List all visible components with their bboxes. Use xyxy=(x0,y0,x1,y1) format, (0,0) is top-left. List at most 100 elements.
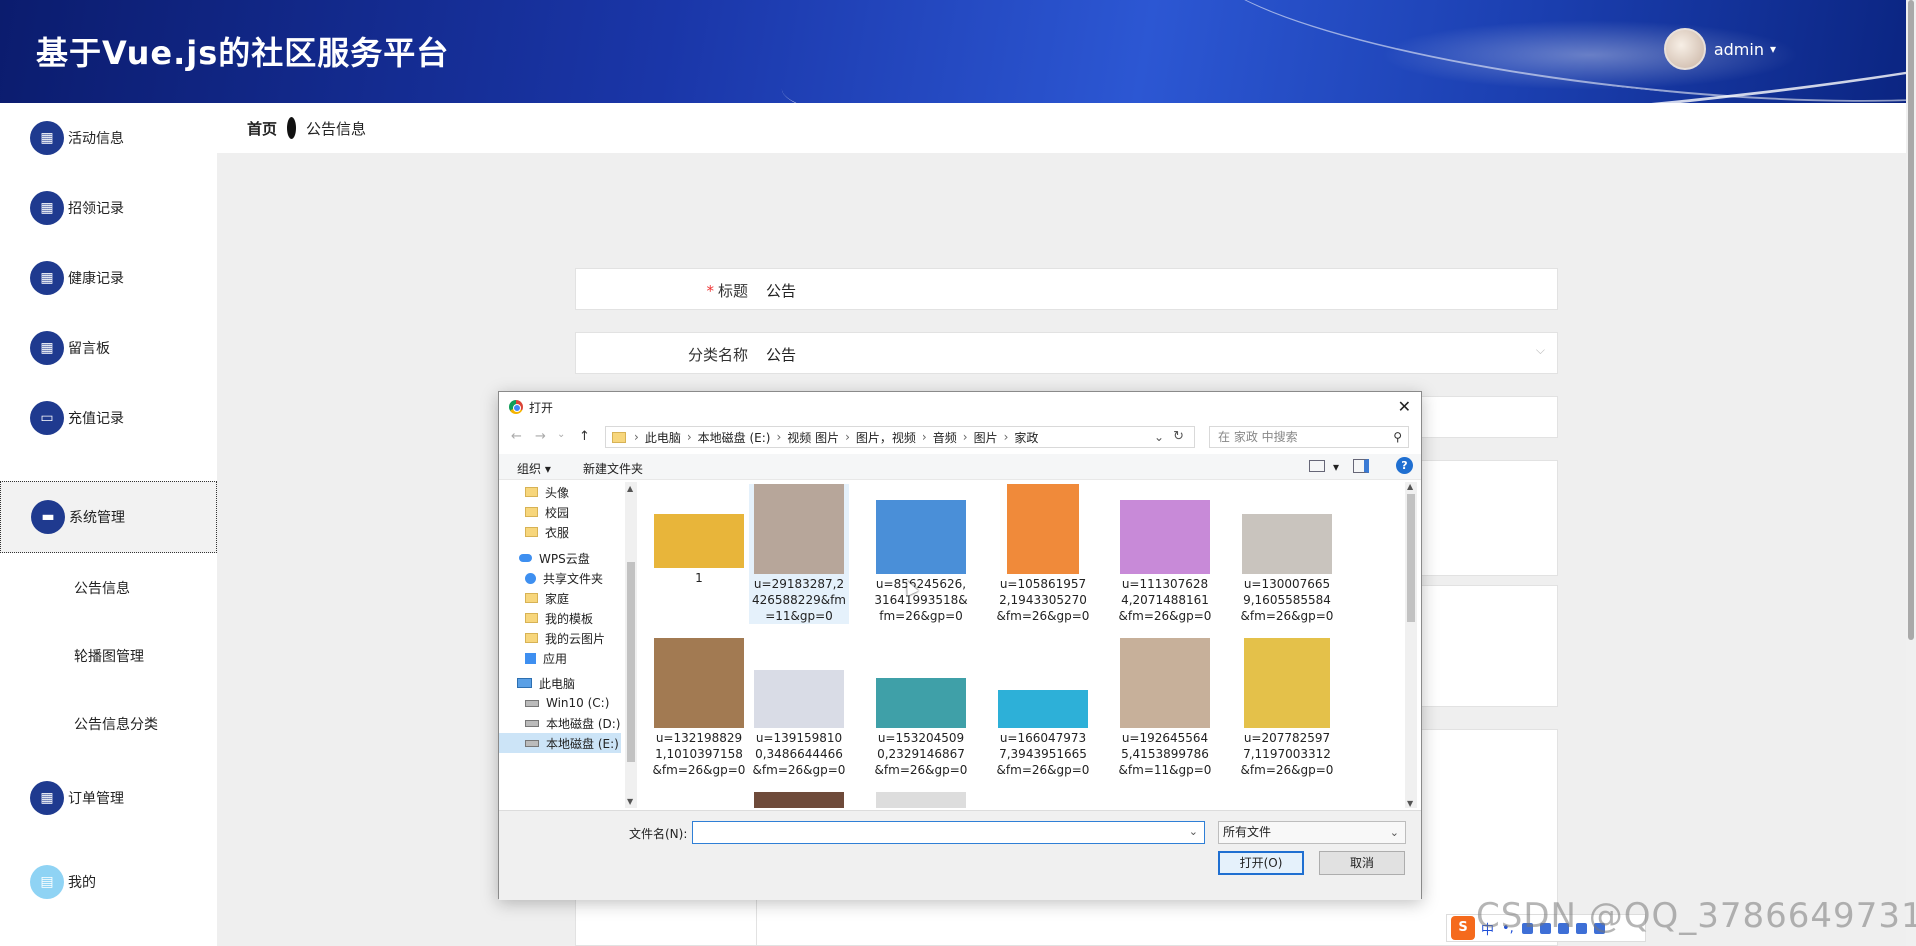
sidebar-item-recharge[interactable]: ▭ 充值记录 xyxy=(0,388,217,448)
help-icon[interactable]: ? xyxy=(1396,457,1413,474)
path-segment[interactable]: 此电脑 xyxy=(645,429,681,446)
file-name: u=1926455645,4153899786&fm=11&gp=0 xyxy=(1118,731,1212,777)
file-item[interactable]: u=1300076659,1605585584&fm=26&gp=0 xyxy=(1237,484,1337,624)
close-icon[interactable]: ✕ xyxy=(1398,397,1411,416)
sogou-logo-icon[interactable]: S xyxy=(1451,916,1475,940)
forward-arrow-icon[interactable]: → xyxy=(535,429,546,444)
path-segment[interactable]: 家政 xyxy=(1014,429,1038,446)
preview-pane-icon[interactable] xyxy=(1353,459,1369,473)
sidebar-item-activity[interactable]: ▦ 活动信息 xyxy=(0,108,217,168)
file-grid-scrollbar-thumb[interactable] xyxy=(1407,494,1415,622)
file-item[interactable]: u=856245626,31641993518&fm=26&gp=0 xyxy=(871,484,971,624)
tree-item[interactable]: 本地磁盘 (D:) xyxy=(499,713,621,733)
file-item[interactable]: u=2077825977,1197003312&fm=26&gp=0 xyxy=(1237,638,1337,778)
view-mode-icon[interactable] xyxy=(1309,460,1325,472)
open-button[interactable]: 打开(O) xyxy=(1218,851,1304,875)
sidebar-item-mine[interactable]: ▤ 我的 xyxy=(0,852,217,912)
path-segment[interactable]: 图片 xyxy=(974,429,998,446)
grid-icon: ▦ xyxy=(30,191,64,225)
file-item[interactable]: u=1321988291,1010397158&fm=26&gp=0 xyxy=(649,638,749,778)
tree-item[interactable]: 应用 xyxy=(499,648,621,668)
tree-item[interactable]: 此电脑 xyxy=(499,673,621,693)
drive-icon xyxy=(525,699,539,707)
tree-item-label: 我的云图片 xyxy=(545,631,606,646)
file-grid-scrollbar[interactable]: ▲ ▼ xyxy=(1405,482,1417,808)
address-bar[interactable]: › 此电脑 › 本地磁盘 (E:) › 视频 图片 › 图片，视频 › 音频 ›… xyxy=(605,426,1195,448)
view-menu-caret-icon[interactable]: ▾ xyxy=(1333,460,1339,474)
scroll-down-icon[interactable]: ▼ xyxy=(1407,799,1413,808)
page-scrollbar-thumb[interactable] xyxy=(1908,0,1914,640)
back-arrow-icon[interactable]: ← xyxy=(511,429,522,444)
tree-item[interactable]: 头像 xyxy=(499,482,621,502)
path-segment[interactable]: 本地磁盘 (E:) xyxy=(698,429,771,446)
file-item[interactable]: u=1391598100,3486644466&fm=26&gp=0 xyxy=(749,638,849,778)
folder-icon xyxy=(525,487,538,497)
tree-item[interactable]: 校园 xyxy=(499,502,621,522)
tree-scrollbar-thumb[interactable] xyxy=(627,562,635,762)
sidebar-item-label: 活动信息 xyxy=(68,131,124,147)
file-item[interactable]: u=1113076284,2071488161&fm=26&gp=0 xyxy=(1115,484,1215,624)
file-item[interactable] xyxy=(749,792,849,808)
sidebar-subitem-notice[interactable]: 公告信息 xyxy=(74,578,130,598)
recent-locations-icon[interactable]: ⌄ xyxy=(557,429,565,440)
file-item[interactable]: 1 xyxy=(649,484,749,586)
category-select[interactable]: 公告 xyxy=(766,344,796,365)
breadcrumb-home[interactable]: 首页 xyxy=(247,118,277,139)
page-scrollbar[interactable] xyxy=(1906,0,1916,946)
file-item[interactable] xyxy=(871,792,971,808)
chevron-down-icon[interactable]: ⌵ xyxy=(1536,343,1545,358)
scroll-up-icon[interactable]: ▲ xyxy=(1407,482,1413,491)
tree-item[interactable]: 共享文件夹 xyxy=(499,568,621,588)
avatar[interactable] xyxy=(1663,28,1706,70)
chevron-down-icon[interactable]: ⌄ xyxy=(1390,822,1399,843)
scroll-up-icon[interactable]: ▲ xyxy=(627,484,633,493)
dialog-titlebar[interactable]: 打开 ✕ xyxy=(499,392,1421,422)
up-arrow-icon[interactable]: ↑ xyxy=(579,429,590,444)
tree-item[interactable]: 我的模板 xyxy=(499,608,621,628)
file-item[interactable]: u=1926455645,4153899786&fm=11&gp=0 xyxy=(1115,638,1215,778)
chevron-down-icon[interactable]: ⌄ xyxy=(1154,430,1164,444)
image-thumbnail xyxy=(754,792,844,808)
tree-item[interactable]: 衣服 xyxy=(499,522,621,542)
user-name[interactable]: admin xyxy=(1714,40,1764,59)
tree-item[interactable]: 家庭 xyxy=(499,588,621,608)
sidebar-item-lost-found[interactable]: ▦ 招领记录 xyxy=(0,178,217,238)
tree-item[interactable]: WPS云盘 xyxy=(499,548,621,568)
file-item[interactable]: u=1532045090,2329146867&fm=26&gp=0 xyxy=(871,638,971,778)
sidebar-subitem-carousel[interactable]: 轮播图管理 xyxy=(74,646,144,666)
scroll-down-icon[interactable]: ▼ xyxy=(627,797,633,806)
path-segment[interactable]: 视频 图片 xyxy=(787,429,839,446)
search-input[interactable]: 在 家政 中搜索 ⚲ xyxy=(1209,426,1409,448)
cancel-button[interactable]: 取消 xyxy=(1319,851,1405,875)
sidebar-item-message-board[interactable]: ▦ 留言板 xyxy=(0,318,217,378)
path-segment[interactable]: 音频 xyxy=(933,429,957,446)
chevron-down-icon[interactable]: ⌄ xyxy=(1189,825,1198,838)
new-folder-button[interactable]: 新建文件夹 xyxy=(583,460,643,477)
tree-scrollbar[interactable]: ▲ ▼ xyxy=(625,482,637,808)
file-name-input[interactable]: ⌄ xyxy=(692,821,1205,844)
sidebar-item-health[interactable]: ▦ 健康记录 xyxy=(0,248,217,308)
tree-item-label: 头像 xyxy=(545,485,570,500)
sidebar-item-system[interactable]: ▬ 系统管理 xyxy=(0,481,217,553)
path-segment[interactable]: 图片，视频 xyxy=(856,429,916,446)
tree-item-selected[interactable]: 本地磁盘 (E:) xyxy=(499,733,621,753)
file-item[interactable]: u=1058619572,1943305270&fm=26&gp=0 xyxy=(993,484,1093,624)
file-type-select[interactable]: 所有文件 ⌄ xyxy=(1218,821,1406,844)
tree-item[interactable]: Win10 (C:) xyxy=(499,693,621,713)
caret-down-icon[interactable]: ▾ xyxy=(1770,42,1776,56)
user-menu[interactable]: admin ▾ xyxy=(1663,28,1776,70)
tree-item[interactable]: 我的云图片 xyxy=(499,628,621,648)
refresh-icon[interactable]: ↻ xyxy=(1173,429,1184,444)
form-row-category[interactable]: 分类名称 公告 ⌵ xyxy=(575,332,1558,374)
folder-icon xyxy=(525,593,538,603)
organize-button[interactable]: 组织 ▾ xyxy=(517,460,551,477)
form-row-title[interactable]: * 标题 公告 xyxy=(575,268,1558,310)
file-item[interactable]: u=1660479737,3943951665&fm=26&gp=0 xyxy=(993,638,1093,778)
search-icon[interactable]: ⚲ xyxy=(1393,427,1402,447)
category-label: 分类名称 xyxy=(687,346,748,364)
sidebar-subitem-notice-category[interactable]: 公告信息分类 xyxy=(74,714,158,734)
title-input[interactable]: 公告 xyxy=(766,280,796,301)
image-thumbnail xyxy=(654,638,744,728)
sidebar-item-orders[interactable]: ▦ 订单管理 xyxy=(0,768,217,828)
file-item-selected[interactable]: u=29183287,2426588229&fm=11&gp=0 xyxy=(749,484,849,624)
